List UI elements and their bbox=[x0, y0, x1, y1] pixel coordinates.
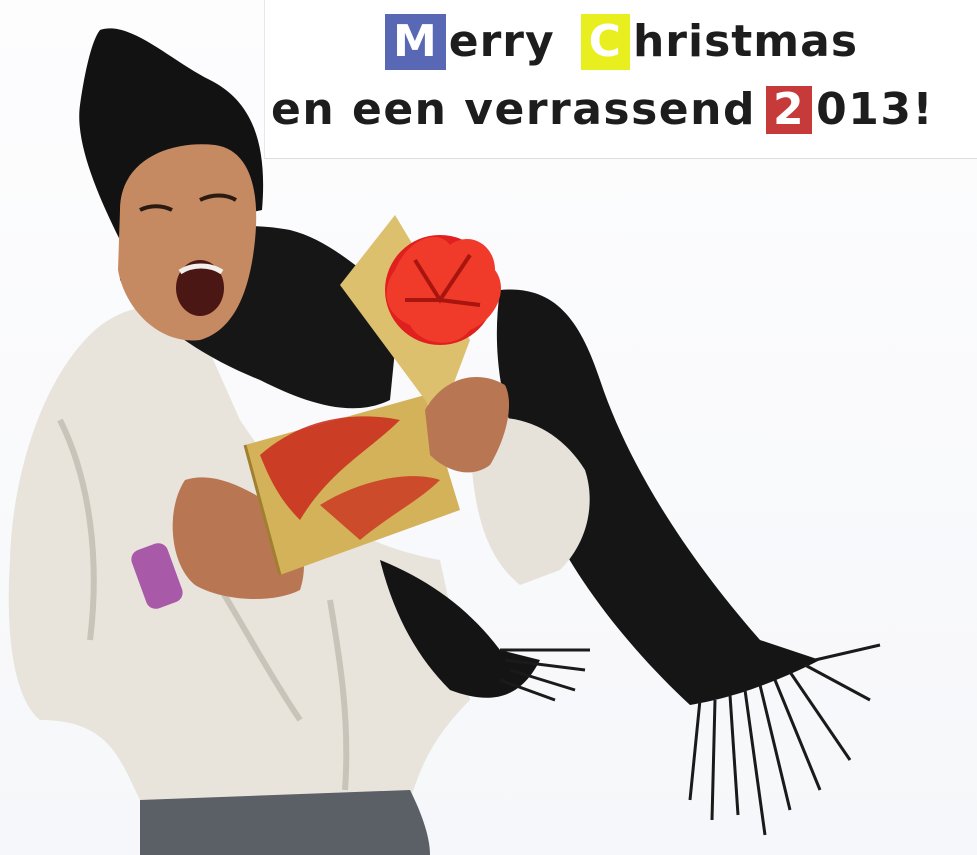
trousers bbox=[140, 790, 430, 855]
greeting-phrase: en een verrassend bbox=[271, 84, 756, 135]
greeting-word-christmas: hristmas bbox=[632, 16, 859, 67]
greeting-line-2: en een verrassend 2 013! bbox=[271, 84, 977, 135]
initial-box-c: C bbox=[580, 14, 630, 70]
initial-box-2: 2 bbox=[765, 86, 813, 134]
initial-box-m: M bbox=[384, 14, 446, 70]
ribbon-bow-icon bbox=[385, 235, 501, 345]
christmas-card: Merry Christmas en een verrassend 2 013! bbox=[0, 0, 977, 855]
greeting-line-1: Merry Christmas bbox=[265, 14, 977, 70]
greeting-banner: Merry Christmas en een verrassend 2 013! bbox=[264, 0, 977, 159]
greeting-word-merry: erry bbox=[448, 16, 555, 67]
greeting-year-rest: 013! bbox=[816, 84, 935, 135]
